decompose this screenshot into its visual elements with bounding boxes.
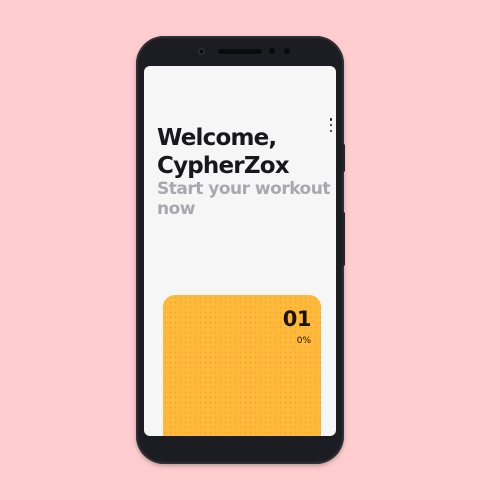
subtitle-line-1: Start your workout — [157, 179, 330, 199]
sensor-icon — [269, 48, 275, 54]
front-camera-icon — [198, 48, 205, 55]
sensor-icon — [284, 48, 290, 54]
more-vert-icon[interactable] — [329, 118, 333, 132]
username-text: CypherZox — [157, 153, 290, 179]
workout-subtitle: Start your workout now — [157, 179, 336, 219]
subtitle-line-2: now — [157, 199, 196, 219]
phone-frame: Welcome, CypherZox Start your workout no… — [136, 36, 345, 464]
volume-button — [342, 212, 345, 266]
earpiece-speaker — [218, 49, 262, 54]
workout-number: 01 — [282, 307, 312, 331]
welcome-heading: Welcome, CypherZox — [157, 124, 290, 180]
app-screen: Welcome, CypherZox Start your workout no… — [144, 66, 336, 436]
workout-progress: 0% — [296, 336, 311, 346]
greeting-text: Welcome, — [157, 125, 277, 151]
workout-card[interactable]: 01 0% — [163, 295, 321, 436]
power-button — [342, 144, 345, 172]
